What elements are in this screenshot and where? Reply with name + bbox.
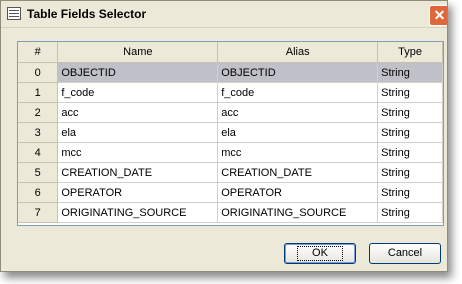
field-alias-cell[interactable]: mcc [217, 142, 379, 163]
table-row[interactable]: 3 ela ela String [18, 122, 443, 143]
table-row[interactable]: 4 mcc mcc String [18, 142, 443, 163]
field-type-cell[interactable]: String [377, 142, 443, 163]
field-alias-cell[interactable]: OPERATOR [217, 182, 379, 203]
row-number: 6 [18, 182, 59, 203]
row-number: 5 [18, 162, 59, 183]
field-name-cell[interactable]: CREATION_DATE [57, 162, 219, 183]
title-bar[interactable]: Table Fields Selector ✕ [1, 1, 447, 28]
dialog-window: Table Fields Selector ✕ # Name Alias Typ… [0, 0, 448, 272]
table-row[interactable]: 6 OPERATOR OPERATOR String [18, 182, 443, 203]
row-number: 7 [18, 202, 59, 223]
field-name-cell[interactable]: ORIGINATING_SOURCE [57, 202, 219, 223]
field-name-cell[interactable]: mcc [57, 142, 219, 163]
field-alias-cell[interactable]: OBJECTID [217, 62, 379, 83]
field-name-cell[interactable]: OBJECTID [57, 62, 219, 83]
field-type-cell[interactable]: String [377, 102, 443, 123]
window-title: Table Fields Selector [27, 7, 147, 21]
table-row[interactable]: 1 f_code f_code String [18, 82, 443, 103]
field-type-cell[interactable]: String [377, 202, 443, 223]
row-number: 2 [18, 102, 59, 123]
row-number: 3 [18, 122, 59, 143]
table-row[interactable]: 7 ORIGINATING_SOURCE ORIGINATING_SOURCE … [18, 202, 443, 223]
table-row[interactable]: 5 CREATION_DATE CREATION_DATE String [18, 162, 443, 183]
header-row: # Name Alias Type [18, 42, 443, 63]
table-icon [7, 7, 21, 20]
field-name-cell[interactable]: acc [57, 102, 219, 123]
field-alias-cell[interactable]: acc [217, 102, 379, 123]
field-name-cell[interactable]: ela [57, 122, 219, 143]
field-type-cell[interactable]: String [377, 182, 443, 203]
row-number: 1 [18, 82, 59, 103]
field-type-cell[interactable]: String [377, 162, 443, 183]
field-alias-cell[interactable]: ORIGINATING_SOURCE [217, 202, 379, 223]
close-icon: ✕ [433, 7, 446, 23]
fields-table: # Name Alias Type 0 OBJECTID OBJECTID St… [18, 42, 443, 223]
cancel-button-label: Cancel [387, 247, 423, 259]
field-alias-cell[interactable]: ela [217, 122, 379, 143]
ok-button[interactable]: OK [284, 243, 356, 264]
field-name-cell[interactable]: OPERATOR [57, 182, 219, 203]
field-type-cell[interactable]: String [377, 122, 443, 143]
column-header-name[interactable]: Name [57, 42, 219, 63]
field-type-cell[interactable]: String [377, 82, 443, 103]
column-header-type[interactable]: Type [377, 42, 443, 63]
close-button[interactable]: ✕ [429, 5, 447, 26]
field-name-cell[interactable]: f_code [57, 82, 219, 103]
cancel-button[interactable]: Cancel [369, 243, 441, 264]
ok-button-label: OK [297, 246, 343, 261]
field-alias-cell[interactable]: CREATION_DATE [217, 162, 379, 183]
row-number: 0 [18, 62, 59, 83]
column-header-alias[interactable]: Alias [217, 42, 379, 63]
field-alias-cell[interactable]: f_code [217, 82, 379, 103]
table-row[interactable]: 2 acc acc String [18, 102, 443, 123]
fields-grid[interactable]: # Name Alias Type 0 OBJECTID OBJECTID St… [17, 41, 444, 226]
table-row[interactable]: 0 OBJECTID OBJECTID String [18, 62, 443, 83]
column-header-number[interactable]: # [18, 42, 59, 63]
row-number: 4 [18, 142, 59, 163]
field-type-cell[interactable]: String [377, 62, 443, 83]
